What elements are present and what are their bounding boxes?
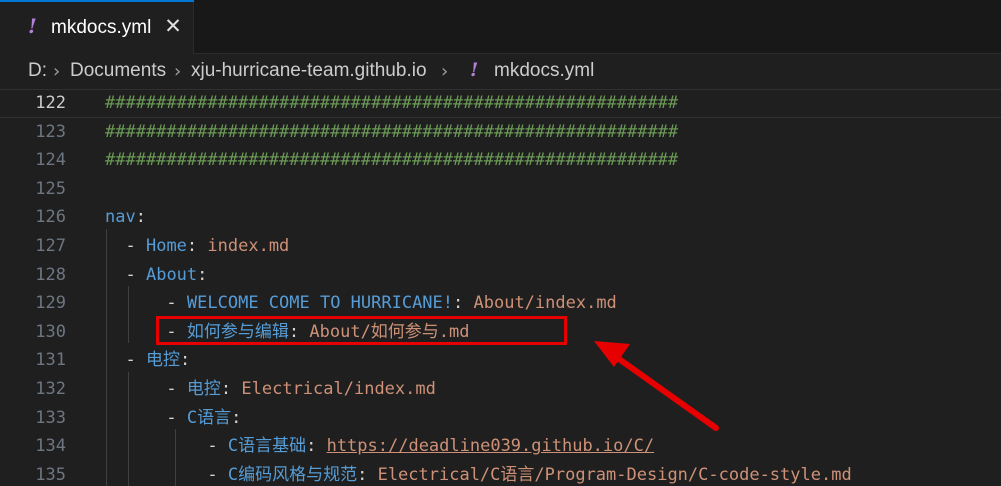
annotation-arrow (594, 341, 719, 431)
